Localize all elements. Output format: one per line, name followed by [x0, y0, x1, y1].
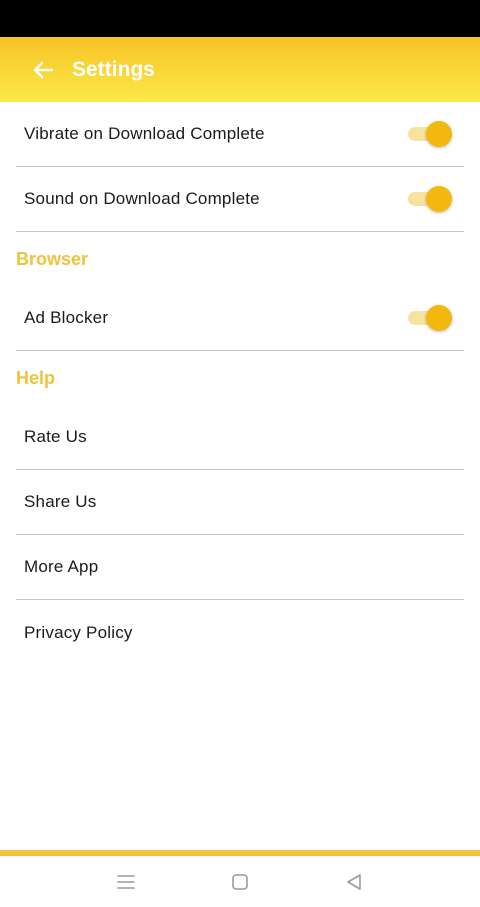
nav-home-button[interactable] — [228, 870, 252, 894]
setting-label: More App — [24, 557, 99, 576]
triangle-back-icon — [347, 874, 361, 890]
toggle-thumb — [426, 305, 452, 331]
setting-row-ad-blocker[interactable]: Ad Blocker — [16, 286, 464, 351]
setting-row-privacy-policy[interactable]: Privacy Policy — [16, 600, 464, 665]
app-bar: Settings — [0, 37, 480, 102]
vibrate-toggle[interactable] — [408, 121, 452, 147]
setting-label: Privacy Policy — [24, 622, 133, 642]
setting-row-sound[interactable]: Sound on Download Complete — [16, 167, 464, 232]
ad-blocker-toggle[interactable] — [408, 305, 452, 331]
settings-list: Vibrate on Download Complete Sound on Do… — [0, 102, 480, 665]
setting-label: Rate Us — [24, 427, 87, 446]
setting-label: Share Us — [24, 492, 97, 511]
setting-label: Ad Blocker — [24, 308, 109, 327]
setting-row-vibrate[interactable]: Vibrate on Download Complete — [16, 102, 464, 167]
status-bar — [0, 0, 480, 37]
nav-menu-button[interactable] — [114, 870, 138, 894]
setting-row-rate-us[interactable]: Rate Us — [16, 405, 464, 470]
setting-label: Sound on Download Complete — [24, 189, 260, 208]
toggle-thumb — [426, 121, 452, 147]
back-button[interactable] — [28, 55, 58, 85]
system-nav-bar — [0, 856, 480, 907]
sound-toggle[interactable] — [408, 186, 452, 212]
section-header-help: Help — [16, 367, 56, 388]
arrow-left-icon — [33, 61, 54, 79]
setting-row-more-app[interactable]: More App — [16, 535, 464, 600]
page-title: Settings — [72, 58, 155, 81]
menu-lines-icon — [117, 875, 135, 889]
setting-row-share-us[interactable]: Share Us — [16, 470, 464, 535]
nav-back-button[interactable] — [342, 870, 366, 894]
setting-label: Vibrate on Download Complete — [24, 124, 265, 143]
toggle-thumb — [426, 186, 452, 212]
section-header-browser: Browser — [16, 248, 89, 269]
square-home-icon — [232, 874, 248, 890]
